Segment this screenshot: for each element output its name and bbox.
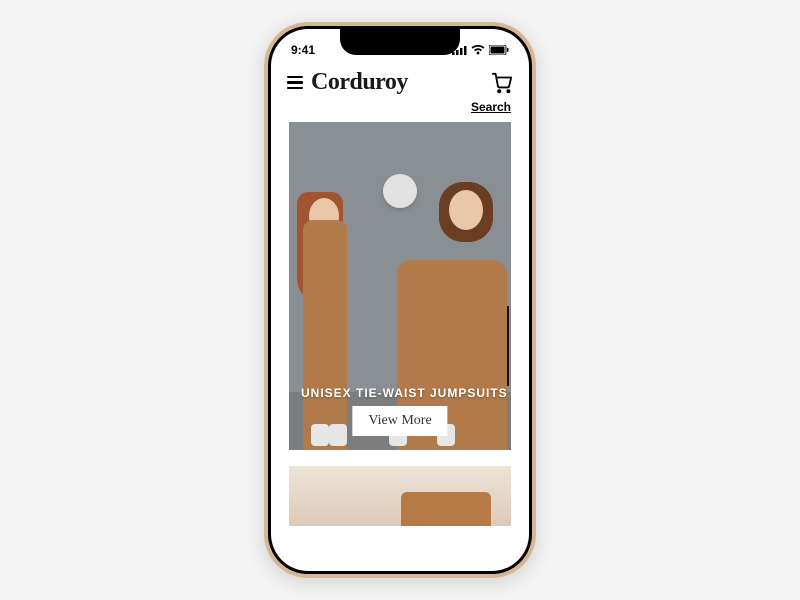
model-head	[449, 190, 483, 230]
screen: 9:41 Corduroy Search	[271, 29, 529, 571]
battery-icon	[489, 45, 509, 55]
cart-button[interactable]	[491, 72, 513, 94]
touch-indicator	[383, 174, 417, 208]
notch	[340, 29, 460, 55]
phone-frame: 9:41 Corduroy Search	[264, 22, 536, 578]
header: Corduroy	[271, 65, 529, 96]
status-time: 9:41	[291, 43, 315, 57]
search-link[interactable]: Search	[271, 96, 529, 120]
cart-icon	[491, 72, 513, 94]
phone-bezel: 9:41 Corduroy Search	[268, 26, 532, 574]
status-right	[452, 45, 509, 55]
hero-card[interactable]: UNISEX TIE-WAIST JUMPSUITS View More	[289, 122, 511, 450]
secondary-card[interactable]	[289, 466, 511, 526]
view-more-button[interactable]: View More	[352, 406, 447, 436]
model-standing	[303, 220, 347, 450]
hero-caption: UNISEX TIE-WAIST JUMPSUITS	[301, 386, 508, 400]
wifi-icon	[471, 45, 485, 55]
brand-title: Corduroy	[311, 69, 483, 96]
menu-button[interactable]	[287, 76, 303, 90]
content-scroll[interactable]: UNISEX TIE-WAIST JUMPSUITS View More	[271, 120, 529, 564]
